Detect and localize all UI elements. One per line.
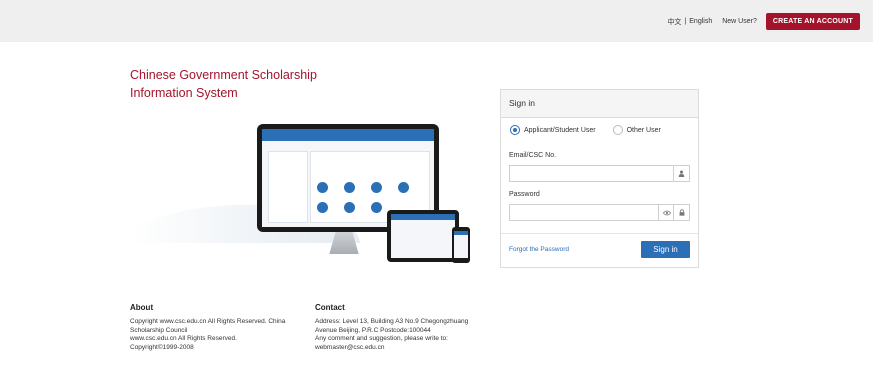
devices-illustration — [130, 115, 475, 265]
radio-other-label: Other User — [626, 126, 661, 134]
radio-other-circle[interactable] — [612, 125, 623, 135]
screen-banner — [262, 129, 434, 141]
lock-icon — [673, 205, 689, 220]
screen-app-icon — [344, 202, 355, 213]
about-line: www.csc.edu.cn All Rights Reserved. — [130, 335, 237, 343]
email-label: Email/CSC No. — [509, 152, 557, 159]
phone-banner — [454, 231, 468, 235]
radio-applicant-circle[interactable] — [510, 125, 520, 135]
email-field[interactable] — [509, 165, 690, 185]
lang-separator: | — [684, 18, 687, 25]
about-heading: About — [130, 303, 154, 312]
screen-app-icon — [398, 182, 409, 193]
about-line: Copyright www.csc.edu.cn All Rights Rese… — [130, 317, 286, 325]
footer-about: About Copyright www.csc.edu.cn All Right… — [130, 303, 286, 353]
tablet-screen — [391, 214, 455, 258]
tablet-image — [387, 210, 459, 262]
radio-applicant-label: Applicant/Student User — [524, 126, 596, 134]
contact-heading: Contact — [315, 303, 345, 312]
page-title-line1: Chinese Government Scholarship — [130, 68, 317, 82]
about-line: Copyright©1999-2008 — [130, 344, 194, 352]
page-title: Chinese Government Scholarship Informati… — [130, 66, 317, 102]
new-user-text: New User? — [722, 18, 757, 25]
tablet-banner — [391, 214, 455, 220]
screen-app-icon — [317, 182, 328, 193]
phone-screen — [454, 231, 468, 258]
radio-other[interactable]: Other User — [612, 125, 661, 135]
user-type-radios: Applicant/Student User Other User — [510, 125, 661, 135]
signin-button[interactable]: Sign in — [641, 241, 690, 258]
phone-image — [452, 227, 470, 263]
contact-email-link[interactable]: webmaster@csc.edu.cn — [315, 344, 468, 353]
about-line: Scholarship Council — [130, 326, 188, 334]
page-title-line2: Information System — [130, 86, 238, 100]
top-links: 中文 | English New User? CREATE AN ACCOUNT — [667, 13, 860, 30]
lang-english-link[interactable]: English — [689, 18, 712, 25]
forgot-password-link[interactable]: Forgot the Password — [509, 246, 569, 253]
password-label: Password — [509, 191, 540, 198]
contact-line: Address: Level 13, Building A3 No.9 Cheg… — [315, 317, 469, 325]
user-icon — [673, 166, 689, 181]
screen-app-icon — [344, 182, 355, 193]
top-bar: 中文 | English New User? CREATE AN ACCOUNT — [0, 0, 873, 42]
screen-app-icon — [371, 182, 382, 193]
password-input[interactable] — [510, 209, 678, 224]
eye-icon[interactable] — [658, 205, 674, 220]
signin-panel: Sign in Applicant/Student User Other Use… — [500, 89, 699, 268]
contact-line: Avenue Beijing, P.R.C Postcode:100044 — [315, 326, 431, 334]
password-field[interactable] — [509, 204, 690, 224]
screen-app-icon — [317, 202, 328, 213]
signin-heading: Sign in — [501, 90, 698, 118]
contact-line: Any comment and suggestion, please write… — [315, 335, 448, 343]
create-account-button[interactable]: CREATE AN ACCOUNT — [765, 13, 860, 30]
panel-divider — [501, 233, 698, 234]
email-input[interactable] — [510, 170, 678, 185]
screen-app-icon — [371, 202, 382, 213]
footer-contact: Contact Address: Level 13, Building A3 N… — [315, 303, 469, 353]
lang-chinese-link[interactable]: 中文 — [667, 17, 681, 27]
radio-applicant[interactable]: Applicant/Student User — [510, 125, 596, 135]
screen-left-column — [268, 151, 308, 223]
